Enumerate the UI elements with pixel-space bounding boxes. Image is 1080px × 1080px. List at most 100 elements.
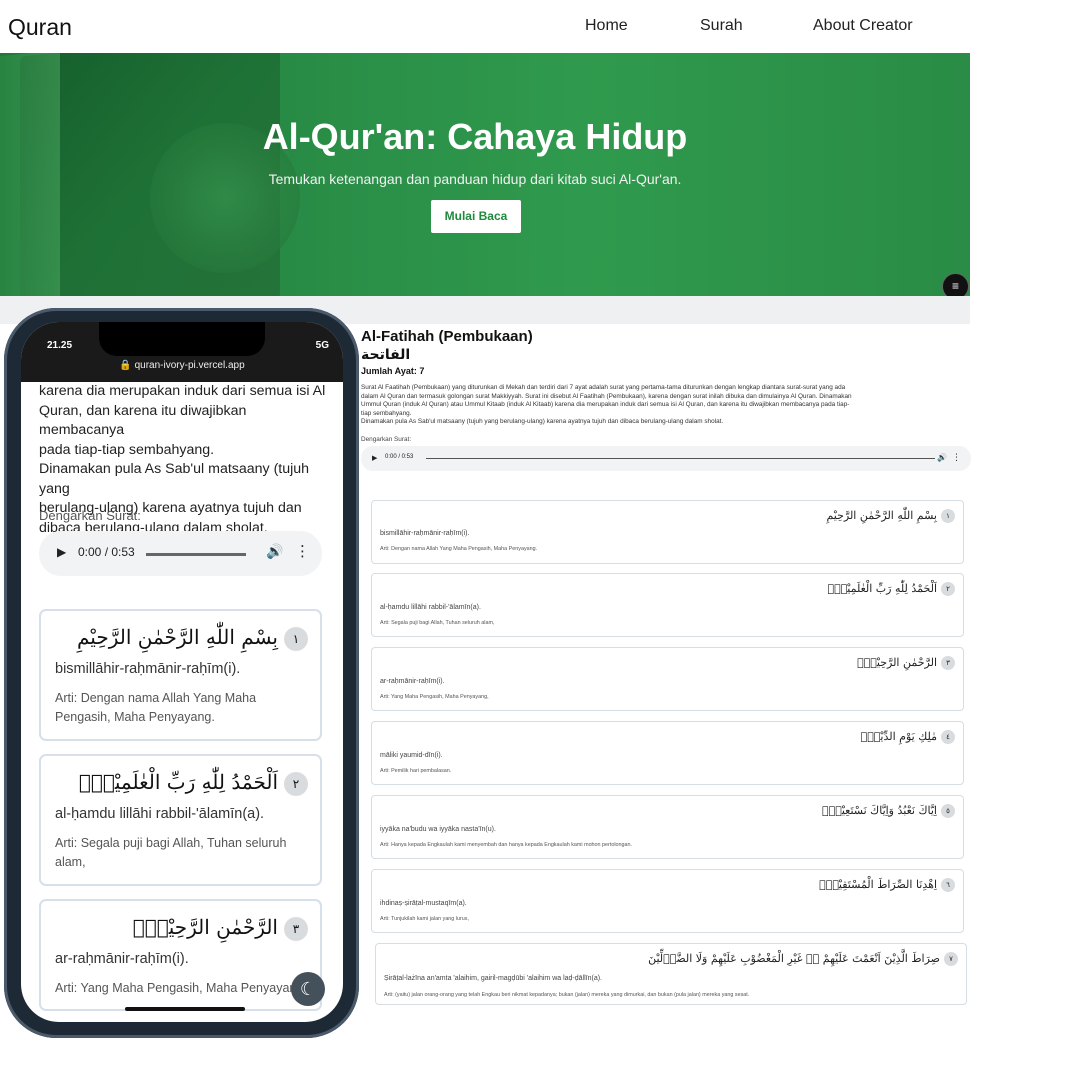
ayah-translation: Arti: Yang Maha Pengasih, Maha Penyayang…	[55, 981, 307, 995]
ayah-arabic: ٤ مٰلِكِ يَوْمِ الدِّيْنِۗ	[861, 730, 955, 744]
ayah-card: ٣ الرَّحْمٰنِ الرَّحِيْمِۙ ar-raḥmānir-ra…	[371, 647, 964, 711]
ayah-number: ٣	[284, 916, 308, 941]
ayah-arabic-text: اَلْحَمْدُ لِلّٰهِ رَبِّ الْعٰلَمِيْنَۙ	[78, 770, 278, 794]
nav-about-link[interactable]: About Creator	[813, 17, 913, 35]
address-bar[interactable]: 🔒 quran-ivory-pi.vercel.app	[21, 360, 343, 371]
ayah-card: ٤ مٰلِكِ يَوْمِ الدِّيْنِۗ māliki yaumid-…	[371, 721, 964, 785]
ayah-translation: Arti: Segala puji bagi Allah, Tuhan selu…	[380, 620, 495, 626]
audio-progress-track[interactable]	[426, 457, 935, 460]
ayah-number: ٢	[284, 771, 308, 796]
ayah-transliteration: ihdinaṣ-ṣirāṭal-mustaqīm(a).	[380, 900, 467, 907]
phone-status-bar: 21.25 5G 🔒 quran-ivory-pi.vercel.app	[21, 322, 343, 382]
ayah-arabic: ٥ اِيَّاكَ نَعْبُدُ وَاِيَّاكَ نَسْتَعِيْ…	[822, 804, 955, 818]
mobile-audio-player[interactable]: ▶ 0:00 / 0:53 🔊 ⋮	[39, 531, 322, 576]
ayah-translation: Arti: Tunjukilah kami jalan yang lurus,	[380, 916, 469, 922]
description-line: Surat Al Faatihah (Pembukaan) yang ditur…	[361, 384, 846, 391]
ayah-number: ١	[284, 626, 308, 651]
ayah-arabic: ٢اَلْحَمْدُ لِلّٰهِ رَبِّ الْعٰلَمِيْنَۙ	[79, 770, 308, 796]
ayah-transliteration: al-ḥamdu lillāhi rabbil-'ālamīn(a).	[55, 806, 265, 822]
start-reading-button[interactable]: Mulai Baca	[431, 200, 521, 233]
ayah-arabic-text: اَلْحَمْدُ لِلّٰهِ رَبِّ الْعٰلَمِيْنَۙ	[827, 582, 937, 595]
ayah-arabic: ٢ اَلْحَمْدُ لِلّٰهِ رَبِّ الْعٰلَمِيْنَۙ	[827, 582, 955, 596]
audio-player[interactable]: ▶ 0:00 / 0:53 🔊 ⋮	[361, 445, 971, 471]
surah-detail: Al-Fatihah (Pembukaan) الفاتحة Jumlah Ay…	[361, 328, 971, 471]
volume-icon[interactable]: 🔊	[266, 543, 283, 560]
ayah-translation: Arti: (yaitu) jalan orang-orang yang tel…	[384, 992, 750, 998]
ayah-arabic-text: اِهْدِنَا الصِّرَاطَ الْمُسْتَقِيْمَۙ	[819, 878, 937, 891]
ayah-arabic: ١ بِسْمِ اللّٰهِ الرَّحْمٰنِ الرَّحِيْمِ	[826, 509, 955, 523]
hero-title: Al-Qur'an: Cahaya Hidup	[262, 116, 688, 157]
ayah-arabic-text: الرَّحْمٰنِ الرَّحِيْمِۙ	[132, 915, 278, 939]
mobile-ayah-card: ١بِسْمِ اللّٰهِ الرَّحْمٰنِ الرَّحِيْمِ …	[39, 609, 322, 741]
surah-name: Al-Fatihah (Pembukaan)	[361, 328, 533, 345]
ayah-arabic-text: اِيَّاكَ نَعْبُدُ وَاِيَّاكَ نَسْتَعِيْن…	[822, 804, 937, 817]
ayah-transliteration: ar-raḥmānir-raḥīm(i).	[380, 678, 445, 685]
description-line: tiap sembahyang.	[361, 409, 412, 417]
status-time: 21.25	[47, 340, 73, 351]
ayah-transliteration: Ṣirāṭal-lażīna an'amta 'alaihim, gairil-…	[384, 975, 602, 982]
audio-time: 0:00 / 0:53	[78, 545, 135, 559]
ayah-card: ٧ صِرَاطَ الَّذِيْنَ اَنْعَمْتَ عَلَيْهِم…	[375, 943, 967, 1005]
ayah-arabic: ٧ صِرَاطَ الَّذِيْنَ اَنْعَمْتَ عَلَيْهِم…	[648, 952, 958, 966]
surah-description: Surat Al Faatihah (Pembukaan) yang ditur…	[361, 384, 971, 427]
ayah-number: ٦	[941, 878, 955, 892]
description-line: Ummul Quran (induk Al Quran) atau Ummul …	[361, 401, 850, 409]
ayah-arabic-text: بِسْمِ اللّٰهِ الرَّحْمٰنِ الرَّحِيْمِ	[76, 625, 278, 649]
ayah-transliteration: iyyāka na'budu wa iyyāka nasta'īn(u).	[380, 826, 496, 833]
ayah-arabic-text: مٰلِكِ يَوْمِ الدِّيْنِۗ	[860, 730, 937, 743]
ayah-card: ٥ اِيَّاكَ نَعْبُدُ وَاِيَّاكَ نَسْتَعِيْ…	[371, 795, 964, 859]
mobile-text-line: Dinamakan pula As Sab'ul matsaany (tujuh…	[39, 461, 310, 497]
ayah-arabic: ١بِسْمِ اللّٰهِ الرَّحْمٰنِ الرَّحِيْمِ	[77, 625, 308, 651]
audio-time: 0:00 / 0:53	[385, 453, 414, 460]
ayah-number: ٤	[941, 730, 955, 744]
brand-logo[interactable]: Quran	[8, 14, 72, 41]
ayat-count: Jumlah Ayat: 7	[361, 366, 425, 376]
ayah-arabic-text: صِرَاطَ الَّذِيْنَ اَنْعَمْتَ عَلَيْهِمْ…	[648, 952, 940, 965]
volume-icon[interactable]: 🔊	[937, 453, 947, 462]
mobile-ayah-card: ٢اَلْحَمْدُ لِلّٰهِ رَبِّ الْعٰلَمِيْنَۙ…	[39, 754, 322, 886]
hero-subtitle: Temukan ketenangan dan panduan hidup dar…	[268, 171, 682, 187]
phone-notch	[99, 322, 265, 356]
theme-toggle-icon[interactable]: ☾	[291, 972, 325, 1006]
mobile-text-line: Quran, dan karena itu diwajibkan membaca…	[39, 402, 247, 439]
ayah-number: ٣	[941, 656, 955, 670]
ayah-translation: Arti: Dengan nama Allah Yang Maha Pengas…	[55, 691, 257, 724]
hero-banner: Al-Qur'an: Cahaya Hidup Temukan ketenang…	[0, 53, 970, 296]
ayah-transliteration: bismillāhir-raḥmānir-raḥīm(i).	[55, 661, 241, 677]
ayah-transliteration: al-ḥamdu lillāhi rabbil-'ālamīn(a).	[380, 604, 481, 611]
ayah-translation: Arti: Yang Maha Pengasih, Maha Penyayang…	[380, 694, 489, 700]
nav-home-link[interactable]: Home	[585, 17, 628, 35]
ayah-translation: Arti: Segala puji bagi Allah, Tuhan selu…	[55, 836, 287, 869]
ayah-translation: Arti: Pemilik hari pembalasan.	[380, 768, 452, 774]
settings-icon[interactable]: ≡	[942, 273, 969, 296]
ayah-card: ١بِسْمِ اللّٰهِ الرَّحْمٰنِ الرَّحِيْمِ …	[371, 500, 964, 564]
navbar: Quran Home Surah About Creator	[0, 0, 970, 53]
mobile-text-line: pada tiap-tiap sembahyang.	[39, 441, 215, 458]
play-icon[interactable]: ▶	[372, 454, 377, 462]
ayah-arabic: ٦ اِهْدِنَا الصِّرَاطَ الْمُسْتَقِيْمَۙ	[819, 878, 955, 892]
description-line: dalam Al Quran dan termasuk golongan sur…	[361, 392, 852, 400]
ayah-transliteration: bismillāhir-raḥmānir-raḥīm(i).	[380, 530, 470, 537]
signal-indicator: 5G	[315, 340, 329, 351]
ayah-number: ٢	[941, 582, 955, 596]
nav-surah-link[interactable]: Surah	[700, 17, 743, 35]
mobile-ayah-card: ٣الرَّحْمٰنِ الرَّحِيْمِۙ ar-raḥmānir-ra…	[39, 899, 322, 1011]
ayah-number: ١	[941, 509, 955, 523]
more-options-icon[interactable]: ⋮	[952, 452, 961, 463]
play-icon[interactable]: ▶	[57, 545, 66, 559]
ayah-card: ٢ اَلْحَمْدُ لِلّٰهِ رَبِّ الْعٰلَمِيْنَۙ…	[371, 573, 964, 637]
phone-screen: 21.25 5G 🔒 quran-ivory-pi.vercel.app kar…	[21, 322, 343, 1022]
description-line: Dinamakan pula As Sab'ul matsaany (tujuh…	[361, 418, 724, 426]
mobile-text-line: karena dia merupakan induk dari semua is…	[39, 383, 326, 399]
listen-label: Dengarkan Surat:	[361, 435, 412, 443]
ayah-translation: Arti: Hanya kepada Engkaulah kami menyem…	[380, 842, 633, 848]
audio-progress-track[interactable]	[146, 553, 246, 556]
ayah-arabic-text: بِسْمِ اللّٰهِ الرَّحْمٰنِ الرَّحِيْمِ	[826, 509, 937, 522]
ayah-arabic-text: الرَّحْمٰنِ الرَّحِيْمِۙ	[857, 656, 937, 669]
ayah-transliteration: māliki yaumid-dīn(i).	[380, 752, 443, 759]
ayah-card: ٦ اِهْدِنَا الصِّرَاطَ الْمُسْتَقِيْمَۙ i…	[371, 869, 964, 933]
home-indicator	[125, 1007, 245, 1011]
ayah-transliteration: ar-raḥmānir-raḥīm(i).	[55, 951, 189, 967]
ayah-number: ٥	[941, 804, 955, 818]
more-options-icon[interactable]: ⋮	[295, 542, 310, 560]
